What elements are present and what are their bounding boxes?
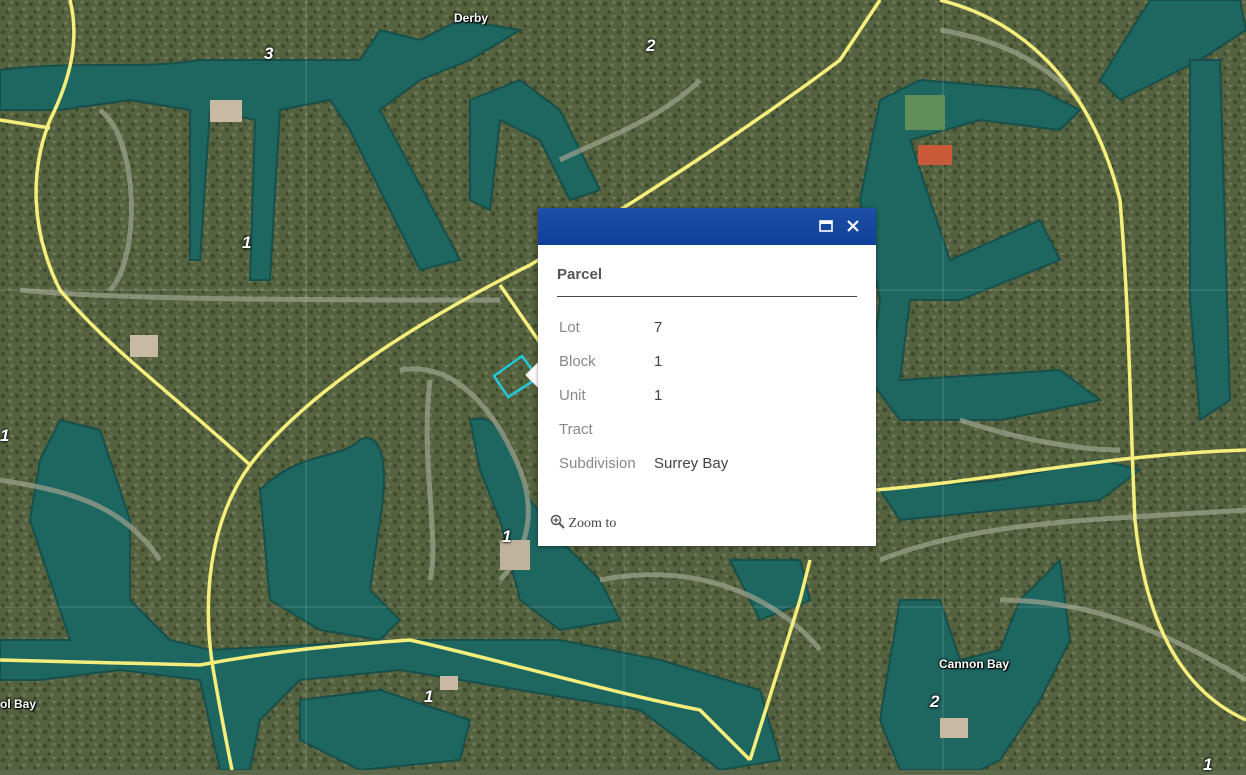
- place-label-pool-bay: ol Bay: [0, 697, 37, 711]
- parcel-popup: Parcel Lot 7 Block 1 Unit 1 Tract Subdiv…: [538, 208, 876, 546]
- field-value: Surrey Bay: [654, 454, 729, 472]
- unit-number: 1: [502, 527, 512, 546]
- parcel-attributes-table: Lot 7 Block 1 Unit 1 Tract Subdivision S…: [555, 310, 732, 480]
- place-label-derby: Derby: [454, 11, 489, 25]
- table-row: Block 1: [555, 344, 732, 378]
- unit-number: 1: [242, 233, 252, 252]
- unit-number: 1: [1203, 755, 1213, 774]
- unit-number: 3: [264, 44, 274, 63]
- close-icon[interactable]: [845, 218, 861, 234]
- field-value: 7: [654, 318, 663, 336]
- zoom-to-label: Zoom to: [568, 516, 617, 531]
- place-label-cannon-bay: Cannon Bay: [939, 657, 1010, 671]
- field-label: Subdivision: [559, 454, 636, 472]
- maximize-icon[interactable]: [818, 218, 834, 234]
- field-value: 1: [654, 386, 663, 404]
- table-row: Lot 7: [555, 310, 732, 344]
- unit-number: 1: [0, 426, 10, 445]
- popup-title: Parcel: [557, 266, 603, 283]
- field-label: Block: [559, 352, 596, 370]
- unit-number: 1: [424, 687, 434, 706]
- table-row: Tract: [555, 412, 732, 446]
- zoom-in-icon: [550, 514, 565, 529]
- popup-header: [538, 208, 876, 245]
- unit-number: 2: [646, 36, 656, 55]
- field-label: Tract: [559, 420, 593, 438]
- title-divider: [557, 296, 857, 297]
- table-row: Subdivision Surrey Bay: [555, 446, 732, 480]
- zoom-to-link[interactable]: Zoom to: [550, 514, 616, 532]
- table-row: Unit 1: [555, 378, 732, 412]
- field-label: Lot: [559, 318, 580, 336]
- field-value: 1: [654, 352, 663, 370]
- unit-number: 2: [930, 692, 940, 711]
- field-label: Unit: [559, 386, 586, 404]
- field-value: [650, 412, 732, 446]
